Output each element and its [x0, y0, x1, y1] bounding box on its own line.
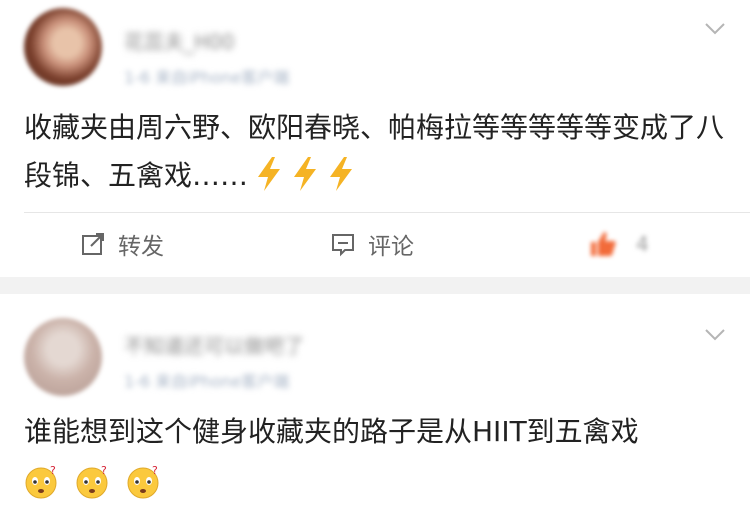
- thinking-face-emoji: ?: [76, 465, 108, 499]
- username[interactable]: 花蕊夫_H00: [124, 26, 235, 54]
- lightning-emoji: [258, 157, 281, 191]
- weibo-post-card-1: 花蕊夫_H00 1-6 来自iPhone客户端 收藏夹由周六野、欧阳春晓、帕梅拉…: [0, 0, 750, 277]
- svg-text:?: ?: [50, 465, 56, 477]
- thumbs-up-icon: [591, 232, 616, 256]
- comment-label: 评论: [368, 234, 414, 260]
- svg-text:?: ?: [152, 465, 158, 477]
- like-button[interactable]: 4: [588, 226, 649, 262]
- comment-button[interactable]: 评论: [330, 226, 414, 262]
- username[interactable]: 不知道还可以做吧了: [124, 330, 304, 358]
- emoji-row: ? ? ?: [24, 460, 724, 508]
- svg-text:?: ?: [101, 465, 107, 477]
- like-count: 4: [636, 232, 649, 256]
- weibo-post-card-2: 不知道还可以做吧了 1-6 来自iPhone客户端 谁能想到这个健身收藏夹的路子…: [0, 294, 750, 530]
- repost-icon: [82, 233, 104, 255]
- post-body: 收藏夹由周六野、欧阳春晓、帕梅拉等等等等等变成了八段锦、五禽戏……: [24, 104, 724, 201]
- chevron-down-icon[interactable]: [704, 328, 726, 342]
- repost-button[interactable]: 转发: [80, 226, 164, 262]
- thinking-face-emoji: ?: [25, 465, 57, 499]
- lightning-emoji: [294, 157, 317, 191]
- chevron-down-icon[interactable]: [704, 22, 726, 36]
- post-body: 谁能想到这个健身收藏夹的路子是从HIIT到五禽戏 ? ? ?: [24, 408, 724, 508]
- emoji-row: [248, 153, 356, 201]
- post-text: 谁能想到这个健身收藏夹的路子是从HIIT到五禽戏: [24, 415, 639, 448]
- comment-icon: [332, 234, 354, 257]
- post-meta: 1-6 来自iPhone客户端: [124, 68, 290, 87]
- thinking-face-emoji: ?: [127, 465, 159, 499]
- post-text: 收藏夹由周六野、欧阳春晓、帕梅拉等等等等等变成了八段锦、五禽戏……: [24, 111, 725, 192]
- user-avatar[interactable]: [24, 8, 102, 86]
- post-meta: 1-6 来自iPhone客户端: [124, 372, 290, 391]
- lightning-emoji: [330, 157, 353, 191]
- user-avatar[interactable]: [24, 318, 102, 396]
- repost-label: 转发: [118, 234, 164, 260]
- action-divider: [24, 212, 750, 213]
